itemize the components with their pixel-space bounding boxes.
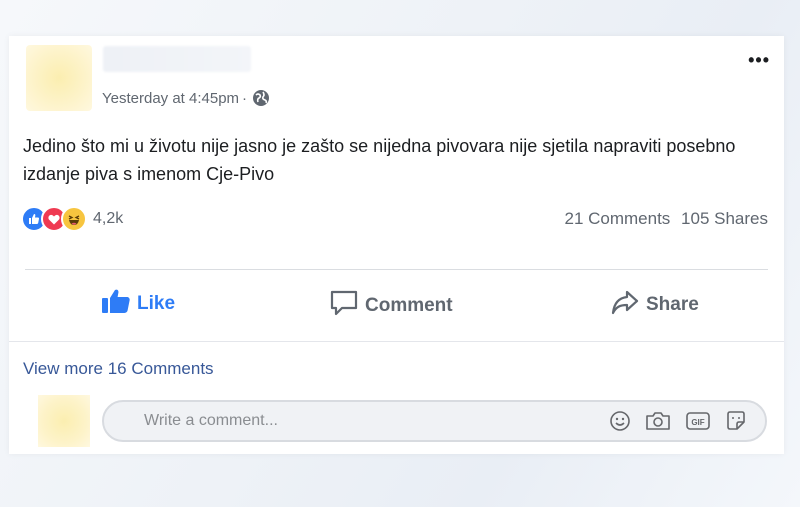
divider: [9, 341, 784, 342]
view-more-comments-link[interactable]: View more 16 Comments: [23, 359, 214, 379]
author-avatar[interactable]: [26, 45, 92, 111]
comment-composer[interactable]: GIF: [102, 400, 767, 442]
globe-icon: [252, 89, 270, 107]
reactions-summary[interactable]: 4,2k: [21, 206, 123, 232]
post-meta: Yesterday at 4:45pm ·: [102, 89, 270, 107]
share-label: Share: [646, 294, 699, 315]
thumbs-up-icon: [101, 288, 137, 320]
share-icon: [610, 288, 646, 322]
gif-icon[interactable]: GIF: [685, 410, 711, 432]
composer-icons: GIF: [609, 410, 747, 432]
post-timestamp[interactable]: Yesterday at 4:45pm: [102, 90, 239, 107]
camera-icon[interactable]: [645, 410, 671, 432]
comment-button[interactable]: Comment: [329, 288, 453, 324]
emoji-icon[interactable]: [609, 410, 631, 432]
comment-label: Comment: [365, 295, 453, 316]
comment-input[interactable]: [142, 411, 566, 431]
like-button[interactable]: Like: [101, 288, 175, 320]
share-button[interactable]: Share: [610, 288, 699, 322]
author-name-redacted[interactable]: [103, 46, 251, 72]
comment-icon: [329, 288, 365, 324]
post-card: Yesterday at 4:45pm · ••• Jedino što mi …: [9, 36, 784, 454]
shares-count[interactable]: 105 Shares: [681, 209, 768, 228]
post-actions: Like Comment Share: [9, 288, 784, 334]
current-user-avatar: [38, 395, 90, 447]
more-options-icon[interactable]: •••: [748, 50, 770, 71]
post-stats: 21 Comments 105 Shares: [564, 209, 768, 229]
meta-separator: ·: [242, 89, 248, 107]
svg-text:GIF: GIF: [691, 418, 704, 427]
post-text: Jedino što mi u životu nije jasno je zaš…: [23, 136, 736, 184]
haha-reaction-icon: [61, 206, 87, 232]
like-label: Like: [137, 293, 176, 314]
reaction-count[interactable]: 4,2k: [93, 210, 123, 228]
sticker-icon[interactable]: [725, 410, 747, 432]
divider: [25, 269, 768, 270]
comments-count[interactable]: 21 Comments: [564, 209, 670, 228]
